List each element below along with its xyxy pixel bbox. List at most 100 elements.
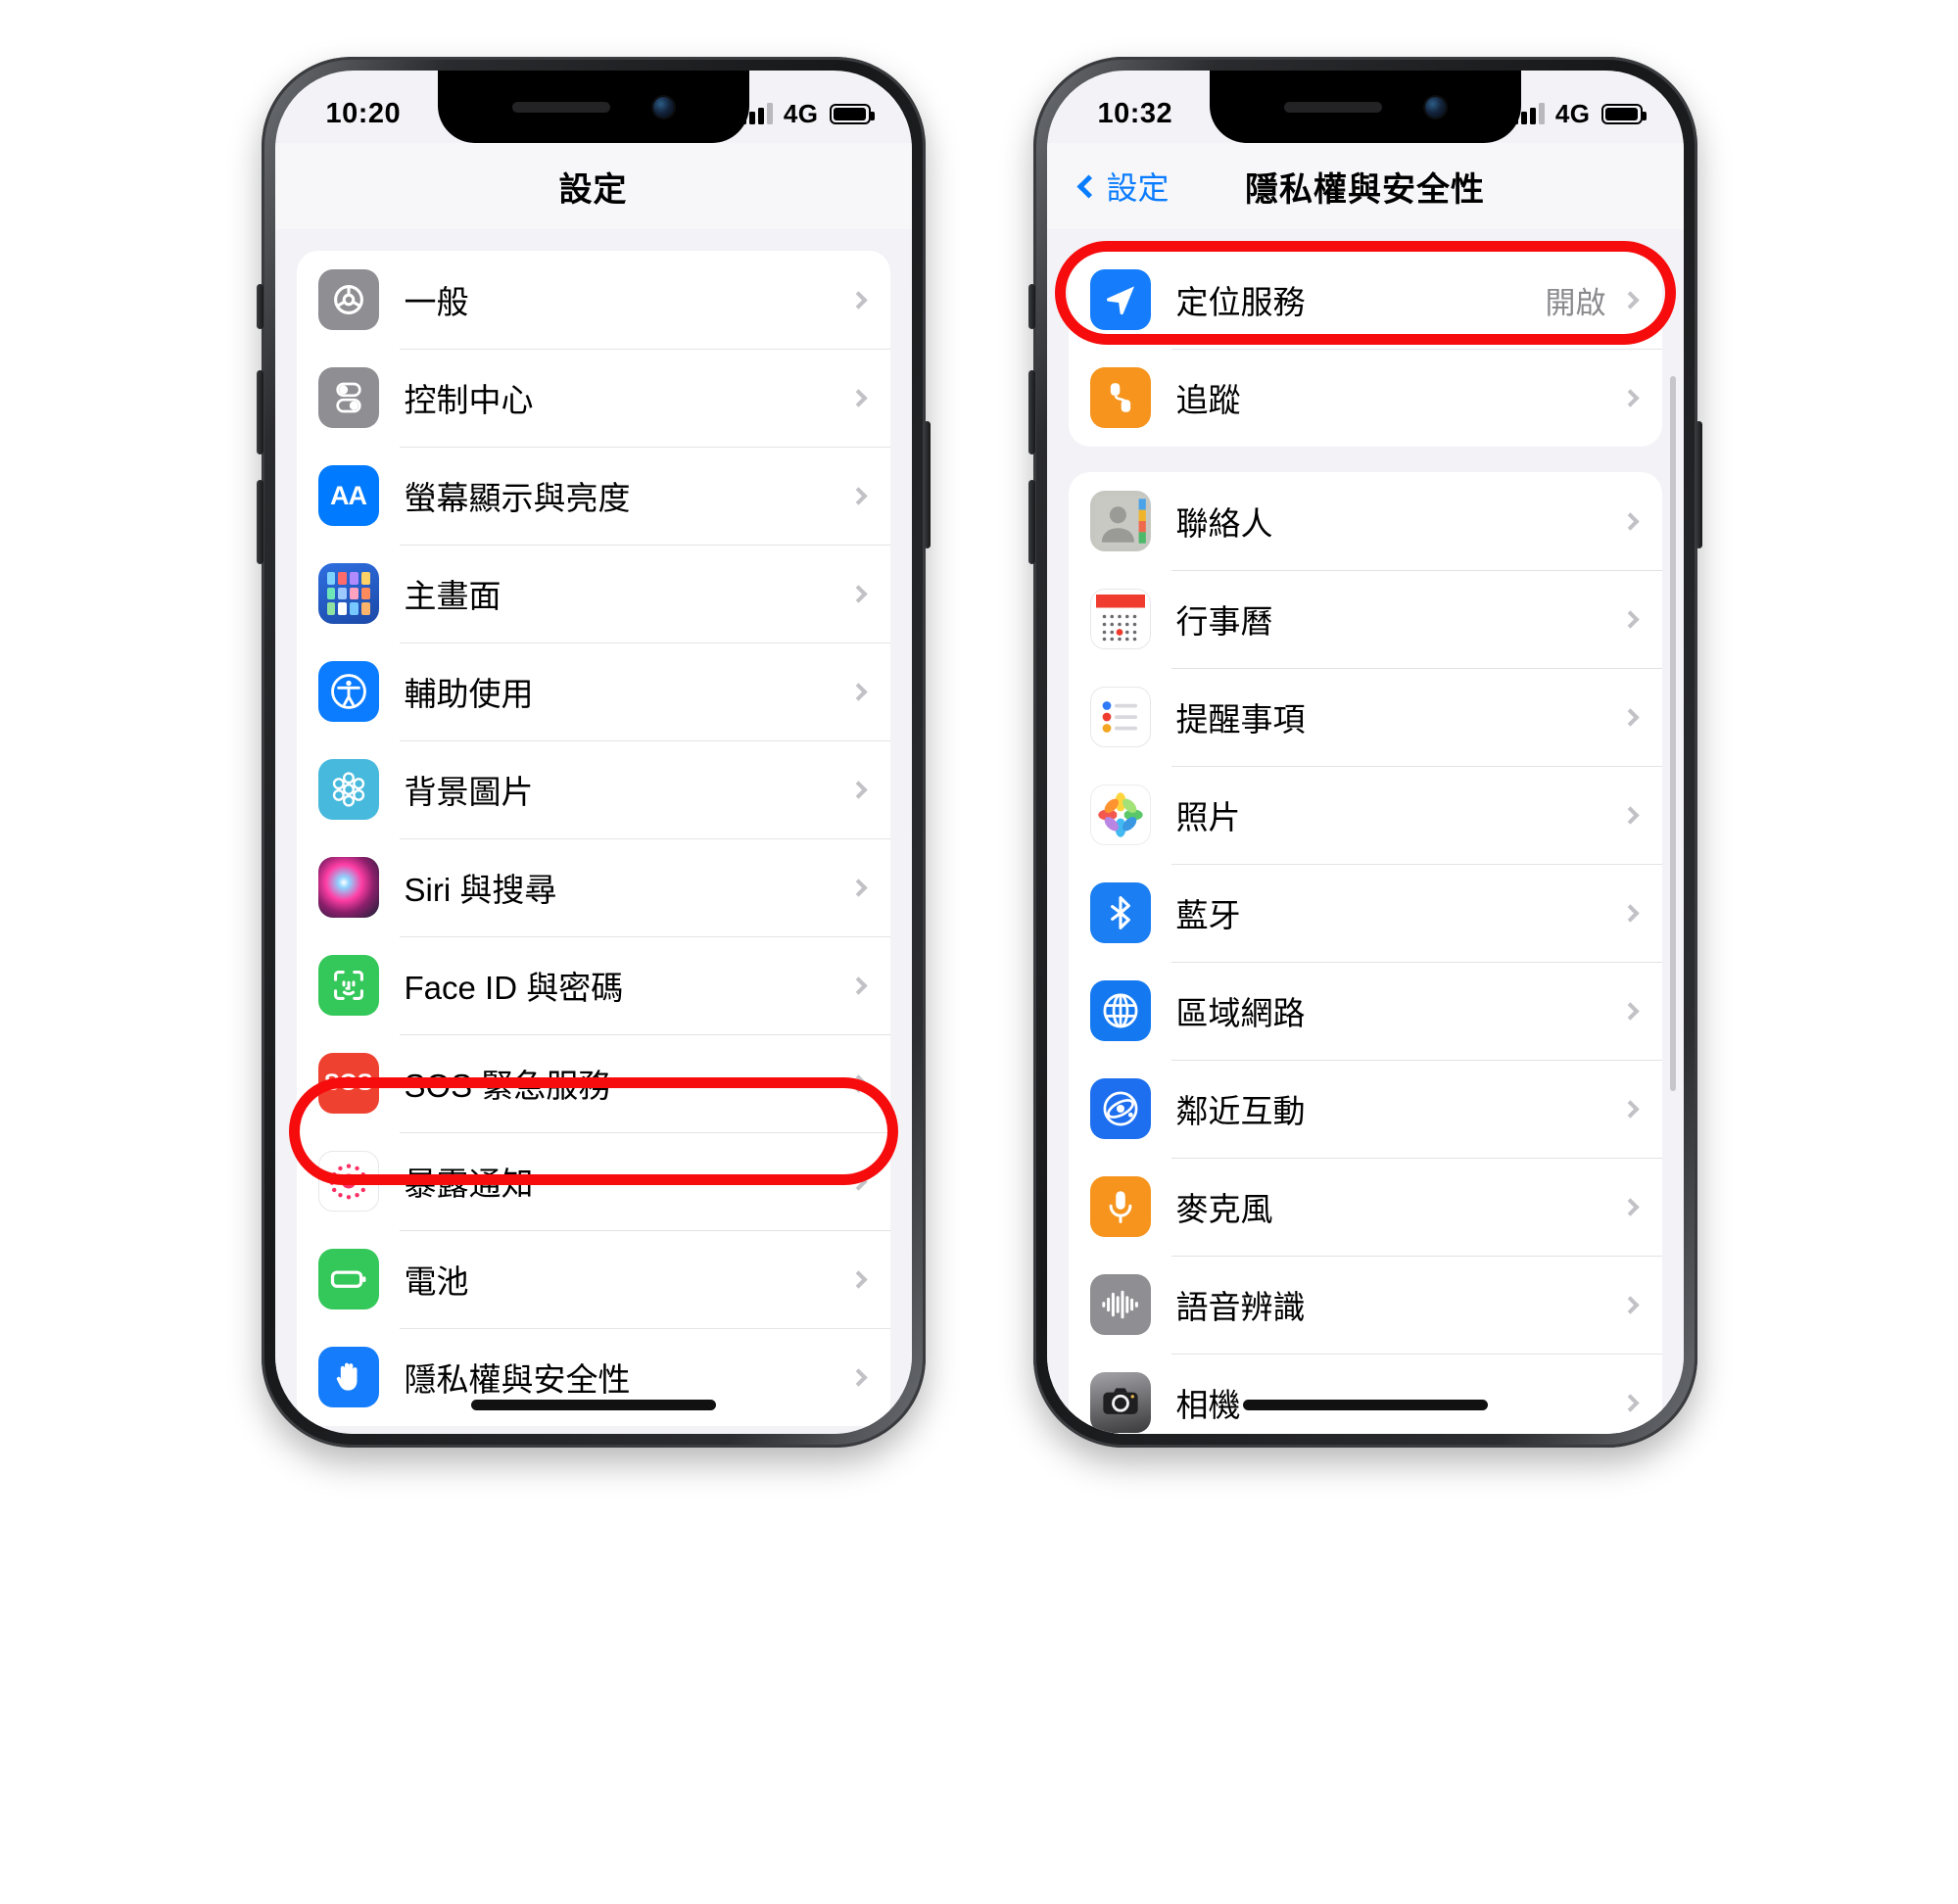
chevron-right-icon bbox=[1620, 1001, 1640, 1021]
row-accessory bbox=[848, 1367, 868, 1387]
privacy-row-label: 行事曆 bbox=[1175, 603, 1273, 640]
network-type-label: 4G bbox=[1554, 98, 1591, 128]
contacts-icon bbox=[1089, 491, 1151, 551]
chevron-right-icon bbox=[848, 1367, 868, 1387]
settings-row-label: SOS 緊急服務 bbox=[404, 1068, 611, 1104]
row-accessory bbox=[1620, 609, 1640, 629]
volume-down-button[interactable] bbox=[1027, 480, 1035, 564]
home-screen-icon bbox=[317, 563, 379, 624]
camera-icon bbox=[1089, 1372, 1151, 1433]
settings-row-label: 暴露通知 bbox=[404, 1166, 534, 1202]
privacy-row-reminders[interactable]: 提醒事項 bbox=[1069, 668, 1662, 766]
nav-bar-settings: 設定 bbox=[274, 143, 912, 229]
microphone-icon bbox=[1089, 1176, 1151, 1237]
calendar-icon bbox=[1089, 589, 1151, 649]
row-accessory bbox=[1620, 805, 1640, 825]
settings-row-label: 一般 bbox=[404, 284, 469, 320]
privacy-row-label: 聯絡人 bbox=[1175, 505, 1273, 542]
status-right-cluster: 4G bbox=[740, 98, 875, 129]
status-time: 10:20 bbox=[325, 97, 402, 129]
power-button[interactable] bbox=[923, 421, 931, 548]
volume-up-button[interactable] bbox=[1027, 370, 1035, 454]
privacy-row-camera[interactable]: 相機 bbox=[1069, 1354, 1662, 1434]
row-accessory bbox=[1620, 1197, 1640, 1216]
volume-up-button[interactable] bbox=[256, 370, 263, 454]
vertical-scrollbar[interactable] bbox=[1669, 376, 1676, 1091]
settings-row-home-screen[interactable]: 主畫面 bbox=[297, 545, 890, 643]
settings-row-exposure-notifications[interactable]: 暴露通知 bbox=[297, 1132, 890, 1230]
settings-row-accessibility[interactable]: 輔助使用 bbox=[297, 643, 890, 740]
page-title: 隱私權與安全性 bbox=[1245, 170, 1485, 209]
chevron-right-icon bbox=[1620, 1197, 1640, 1216]
settings-scroll-area[interactable]: 一般 控制中心 AA 螢幕顯示與亮度 主畫面 輔助使用 背景圖片 Siri 與搜… bbox=[274, 229, 912, 1434]
nav-bar-privacy: 設定 隱私權與安全性 bbox=[1046, 143, 1684, 229]
status-right-cluster: 4G bbox=[1511, 98, 1647, 129]
row-accessory: 開啟 bbox=[1546, 278, 1640, 322]
notch bbox=[1209, 71, 1521, 143]
face-id-icon bbox=[317, 955, 379, 1016]
settings-row-emergency-sos[interactable]: SOS SOS 緊急服務 bbox=[297, 1034, 890, 1132]
back-button-label: 設定 bbox=[1106, 170, 1170, 206]
settings-row-privacy-security[interactable]: 隱私權與安全性 bbox=[297, 1328, 890, 1426]
privacy-row-location-services[interactable]: 定位服務 開啟 bbox=[1069, 251, 1662, 349]
battery-icon bbox=[1600, 103, 1647, 124]
phone-device-settings: 10:20 4G 設定 一般 控制中心 AA 螢幕顯示與亮度 主畫面 輔助使用 … bbox=[256, 57, 931, 1448]
sos-icon: SOS bbox=[317, 1053, 379, 1114]
accessibility-icon bbox=[317, 661, 379, 722]
chevron-right-icon bbox=[848, 388, 868, 407]
exposure-notification-icon bbox=[317, 1151, 379, 1212]
bluetooth-icon bbox=[1089, 882, 1151, 943]
home-grid-dots bbox=[318, 563, 379, 624]
chevron-right-icon bbox=[1620, 903, 1640, 923]
front-camera-icon bbox=[653, 96, 674, 118]
privacy-group-top: 定位服務 開啟 追蹤 bbox=[1068, 251, 1662, 447]
row-accessory bbox=[848, 584, 868, 603]
settings-row-label: 主畫面 bbox=[404, 578, 501, 614]
privacy-row-nearby-interactions[interactable]: 鄰近互動 bbox=[1069, 1060, 1662, 1158]
battery-settings-icon bbox=[317, 1249, 379, 1309]
settings-row-wallpaper[interactable]: 背景圖片 bbox=[297, 740, 890, 838]
battery-icon bbox=[829, 103, 875, 124]
privacy-row-photos[interactable]: 照片 bbox=[1069, 766, 1662, 864]
row-accessory bbox=[1620, 511, 1640, 531]
settings-row-label: 控制中心 bbox=[404, 382, 534, 418]
chevron-right-icon bbox=[1620, 290, 1640, 309]
network-type-label: 4G bbox=[783, 98, 819, 128]
chevron-right-icon bbox=[848, 486, 868, 505]
settings-row-display-brightness[interactable]: AA 螢幕顯示與亮度 bbox=[297, 447, 890, 545]
chevron-right-icon bbox=[1620, 1393, 1640, 1412]
mute-switch[interactable] bbox=[1027, 284, 1035, 329]
power-button[interactable] bbox=[1695, 421, 1702, 548]
chevron-right-icon bbox=[1620, 609, 1640, 629]
privacy-row-bluetooth[interactable]: 藍牙 bbox=[1069, 864, 1662, 962]
privacy-scroll-area[interactable]: 定位服務 開啟 追蹤 聯絡人 行事曆 提醒事項 照片 藍牙 區域網路 鄰近互動 … bbox=[1046, 229, 1684, 1434]
row-accessory bbox=[848, 682, 868, 701]
privacy-row-calendar[interactable]: 行事曆 bbox=[1069, 570, 1662, 668]
local-network-icon bbox=[1089, 980, 1151, 1041]
mute-switch[interactable] bbox=[256, 284, 263, 329]
privacy-row-label: 藍牙 bbox=[1175, 897, 1241, 933]
privacy-group-permissions: 聯絡人 行事曆 提醒事項 照片 藍牙 區域網路 鄰近互動 麥克風 語音辨識 相機 bbox=[1068, 472, 1662, 1434]
chevron-right-icon bbox=[848, 290, 868, 309]
settings-row-battery[interactable]: 電池 bbox=[297, 1230, 890, 1328]
chevron-right-icon bbox=[848, 682, 868, 701]
privacy-row-contacts[interactable]: 聯絡人 bbox=[1069, 472, 1662, 570]
privacy-row-speech-recognition[interactable]: 語音辨識 bbox=[1069, 1256, 1662, 1354]
settings-row-label: 輔助使用 bbox=[404, 676, 534, 712]
earpiece-speaker bbox=[1284, 101, 1382, 113]
chevron-right-icon bbox=[1620, 1295, 1640, 1314]
privacy-row-tracking[interactable]: 追蹤 bbox=[1069, 349, 1662, 447]
back-button[interactable]: 設定 bbox=[1075, 164, 1170, 209]
volume-down-button[interactable] bbox=[256, 480, 263, 564]
wallpaper-icon bbox=[317, 759, 379, 820]
privacy-row-microphone[interactable]: 麥克風 bbox=[1069, 1158, 1662, 1256]
settings-row-face-id[interactable]: Face ID 與密碼 bbox=[297, 936, 890, 1034]
settings-row-general[interactable]: 一般 bbox=[297, 251, 890, 349]
phone-device-privacy: 10:32 4G 設定 隱私權與安全性 定位服務 開啟 追蹤 聯絡人 行事曆 提… bbox=[1027, 57, 1702, 1448]
settings-row-label: 隱私權與安全性 bbox=[404, 1361, 631, 1398]
settings-row-control-center[interactable]: 控制中心 bbox=[297, 349, 890, 447]
settings-row-label: 螢幕顯示與亮度 bbox=[404, 480, 631, 516]
settings-row-label: 背景圖片 bbox=[404, 774, 534, 810]
privacy-row-local-network[interactable]: 區域網路 bbox=[1069, 962, 1662, 1060]
settings-row-siri-search[interactable]: Siri 與搜尋 bbox=[297, 838, 890, 936]
